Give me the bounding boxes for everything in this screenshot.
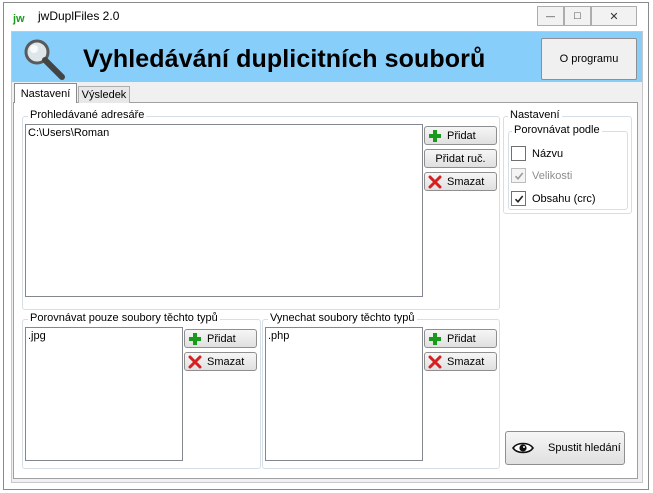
directories-list[interactable]: C:\Users\Roman bbox=[25, 124, 423, 297]
tab-settings[interactable]: Nastavení bbox=[14, 83, 77, 103]
close-icon: ✕ bbox=[609, 10, 619, 23]
option-size[interactable]: Velikosti bbox=[511, 168, 572, 183]
delete-icon bbox=[428, 175, 442, 188]
delete-icon bbox=[188, 355, 202, 368]
add-include-type-button[interactable]: Přidat bbox=[184, 329, 257, 348]
add-directory-label: Přidat bbox=[447, 129, 476, 142]
search-icon bbox=[24, 39, 65, 80]
add-exclude-type-button[interactable]: Přidat bbox=[424, 329, 497, 348]
delete-include-type-button[interactable]: Smazat bbox=[184, 352, 257, 371]
settings-group-label: Nastavení bbox=[508, 109, 562, 121]
delete-exclude-type-label: Smazat bbox=[447, 355, 485, 368]
checkbox-name[interactable] bbox=[511, 146, 526, 161]
window-title: jwDuplFiles 2.0 bbox=[38, 9, 120, 23]
tab-results[interactable]: Výsledek bbox=[78, 86, 130, 103]
about-button[interactable]: O programu bbox=[541, 38, 637, 80]
close-button[interactable]: ✕ bbox=[591, 6, 637, 26]
option-name-label: Názvu bbox=[532, 147, 564, 160]
add-directory-button[interactable]: Přidat bbox=[424, 126, 497, 145]
delete-directory-label: Smazat bbox=[447, 175, 485, 188]
page-title: Vyhledávání duplicitních souborů bbox=[83, 45, 486, 73]
delete-directory-button[interactable]: Smazat bbox=[424, 172, 497, 191]
include-types-list[interactable]: .jpg bbox=[25, 327, 183, 461]
delete-exclude-type-button[interactable]: Smazat bbox=[424, 352, 497, 371]
option-size-label: Velikosti bbox=[532, 169, 573, 182]
list-item[interactable]: .php bbox=[268, 330, 420, 342]
start-search-label: Spustit hledání bbox=[548, 442, 621, 454]
list-item[interactable]: .jpg bbox=[28, 330, 180, 342]
exclude-types-list[interactable]: .php bbox=[265, 327, 423, 461]
maximize-button[interactable]: □ bbox=[564, 6, 591, 26]
include-types-group-label: Porovnávat pouze soubory těchto typů bbox=[28, 312, 220, 324]
checkbox-content[interactable] bbox=[511, 191, 526, 206]
minimize-button[interactable]: — bbox=[537, 6, 564, 26]
add-manual-label: Přidat ruč. bbox=[435, 152, 486, 165]
delete-icon bbox=[428, 355, 442, 368]
list-item[interactable]: C:\Users\Roman bbox=[28, 127, 420, 139]
add-exclude-type-label: Přidat bbox=[447, 332, 476, 345]
checkmark-icon bbox=[514, 171, 523, 180]
compare-by-label: Porovnávat podle bbox=[512, 124, 602, 136]
directories-group-label: Prohledávané adresáře bbox=[28, 109, 147, 121]
option-content-label: Obsahu (crc) bbox=[532, 192, 596, 205]
eye-icon bbox=[512, 442, 534, 454]
plus-icon bbox=[189, 332, 201, 345]
start-search-button[interactable]: Spustit hledání bbox=[505, 431, 625, 465]
option-name[interactable]: Názvu bbox=[511, 146, 563, 161]
checkmark-icon bbox=[514, 194, 523, 203]
app-icon: jw bbox=[13, 13, 25, 25]
option-content[interactable]: Obsahu (crc) bbox=[511, 191, 596, 206]
plus-icon bbox=[429, 332, 441, 345]
add-manual-button[interactable]: Přidat ruč. bbox=[424, 149, 497, 168]
minimize-icon: — bbox=[546, 11, 555, 21]
add-include-type-label: Přidat bbox=[207, 332, 236, 345]
delete-include-type-label: Smazat bbox=[207, 355, 245, 368]
plus-icon bbox=[429, 129, 441, 142]
checkbox-size[interactable] bbox=[511, 168, 526, 183]
maximize-icon: □ bbox=[574, 10, 581, 22]
exclude-types-group-label: Vynechat soubory těchto typů bbox=[268, 312, 417, 324]
